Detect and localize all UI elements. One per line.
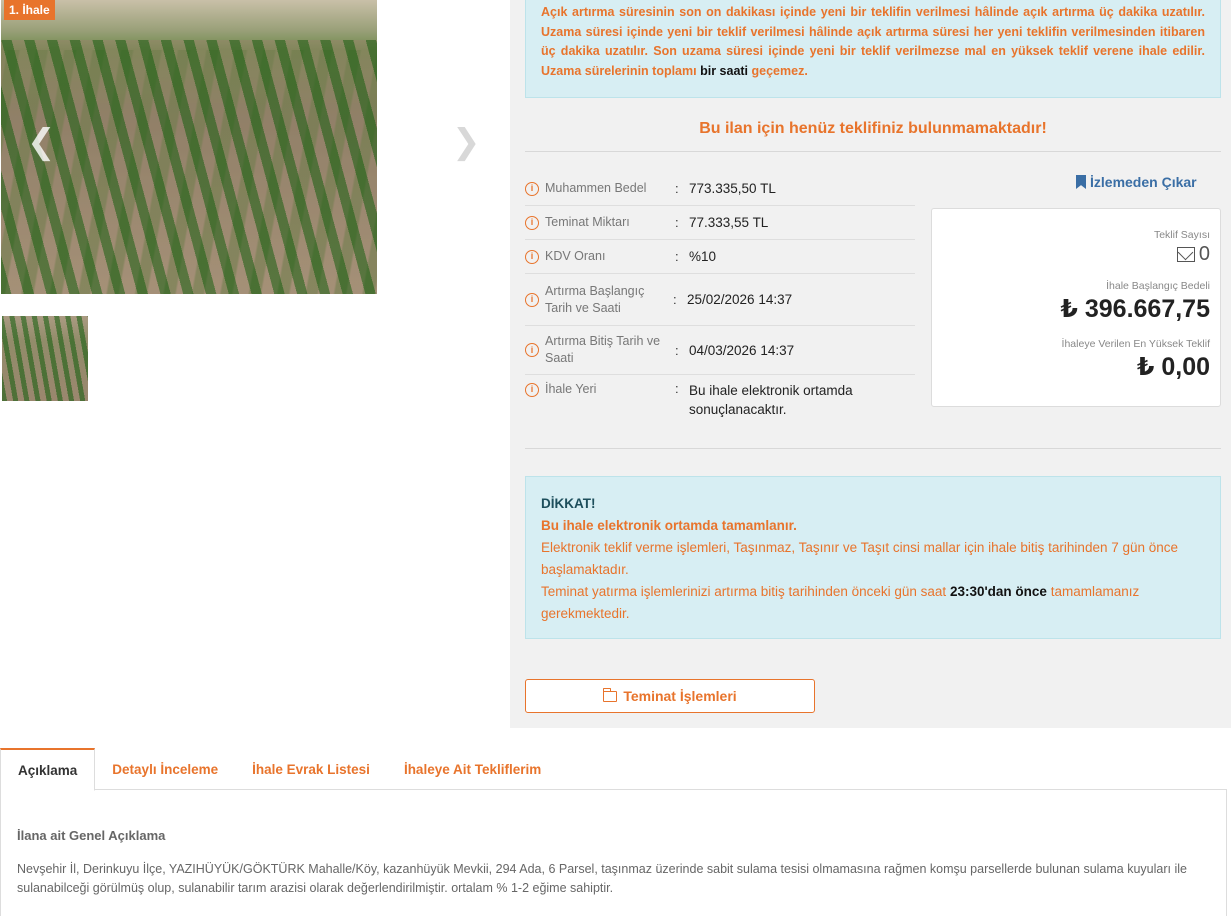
bid-count: 0 <box>932 243 1210 266</box>
info-icon[interactable]: i <box>525 343 539 357</box>
warning-title: DİKKAT! <box>541 496 596 511</box>
info-icon[interactable]: i <box>525 181 539 196</box>
photo-gallery: 1. İhale ❮ ❯ <box>0 0 510 728</box>
highest-bid-value: ₺ 0,00 <box>1137 353 1210 381</box>
no-bid-message: Bu ilan için henüz teklifiniz bulunmamak… <box>699 120 1047 137</box>
detail-label: Muhammen Bedel <box>545 181 647 195</box>
detail-label: KDV Oranı <box>545 249 606 263</box>
divider <box>525 448 1221 449</box>
bid-count-value: 0 <box>1198 243 1210 265</box>
teminat-button-label: Teminat İşlemleri <box>623 688 737 704</box>
tab-aciklama[interactable]: Açıklama <box>0 748 96 791</box>
detail-label: Artırma Bitiş Tarih ve Saati <box>545 334 661 365</box>
info-icon[interactable]: i <box>525 292 539 307</box>
envelope-icon <box>1176 247 1195 262</box>
warning-box: DİKKAT! Bu ihale elektronik ortamda tama… <box>525 476 1221 639</box>
bid-count-label: Teklif Sayısı <box>1153 229 1210 241</box>
teminat-button[interactable]: Teminat İşlemleri <box>525 679 815 713</box>
chevron-left-icon[interactable]: ❮ <box>27 122 56 162</box>
unwatch-button[interactable]: İzlemeden Çıkar <box>1076 174 1197 190</box>
photo-thumbnail[interactable] <box>2 316 88 401</box>
extension-info-end: geçemez. <box>751 63 808 78</box>
auction-detail-page: 1. İhale ❮ ❯ Açık artırma süresinin son … <box>0 0 1231 916</box>
auction-info-panel: Açık artırma süresinin son on dakikası i… <box>510 0 1231 728</box>
detail-row: i KDV Oranı : %10 <box>525 240 915 274</box>
warning-subtitle: Bu ihale elektronik ortamda tamamlanır. <box>541 518 797 533</box>
tab-ihaleye-ait-tekliflerim[interactable]: İhaleye Ait Tekliflerim <box>387 748 558 790</box>
warning-line: Elektronik teklif verme işlemleri, Taşın… <box>541 540 1179 577</box>
detail-label: İhale Yeri <box>545 382 597 396</box>
detail-value: 04/03/2026 14:37 <box>689 342 795 358</box>
extension-info-text: Açık artırma süresinin son on dakikası i… <box>541 5 1205 78</box>
detail-label: Teminat Miktarı <box>545 215 630 229</box>
start-price-label: İhale Başlangıç Bedeli <box>1106 280 1210 292</box>
detail-value: 25/02/2026 14:37 <box>687 292 793 307</box>
info-icon[interactable]: i <box>525 382 539 397</box>
extension-info-bold: bir saati <box>700 63 749 78</box>
extension-info-box: Açık artırma süresinin son on dakikası i… <box>525 0 1221 98</box>
detail-row: i Artırma Bitiş Tarih ve Saati : 04/03/20… <box>525 326 915 375</box>
tab-bar: Açıklama Detaylı İnceleme İhale Evrak Li… <box>0 748 1227 791</box>
start-price-value: ₺ 396.667,75 <box>1060 295 1210 323</box>
detail-row: i İhale Yeri : Bu ihale elektronik ortamd… <box>525 375 915 425</box>
description-text: Nevşehir İl, Derinkuyu İlçe, YAZIHÜYÜK/G… <box>17 862 1187 895</box>
detail-value: Bu ihale elektronik ortamda sonuçlanacak… <box>689 383 853 417</box>
detail-row: i Muhammen Bedel : 773.335,50 TL <box>525 172 915 206</box>
main-photo[interactable]: 1. İhale ❮ <box>1 0 377 294</box>
description-heading: İlana ait Genel Açıklama <box>17 828 166 843</box>
tab-content-aciklama: İlana ait Genel Açıklama Nevşehir İl, De… <box>0 790 1227 916</box>
detail-table: i Muhammen Bedel : 773.335,50 TL i Teminat… <box>525 172 915 425</box>
info-icon[interactable]: i <box>525 249 539 264</box>
detail-value: %10 <box>689 249 717 264</box>
detail-value: 77.333,55 TL <box>689 215 769 230</box>
warning-line-2: Teminat yatırma işlemlerinizi artırma bi… <box>541 584 1140 621</box>
photo-crop-rows <box>1 40 377 294</box>
tab-ihale-evrak-listesi[interactable]: İhale Evrak Listesi <box>235 748 387 790</box>
highest-bid-label: İhaleye Verilen En Yüksek Teklif <box>1061 338 1210 350</box>
auction-badge: 1. İhale <box>4 0 55 20</box>
folder-icon <box>603 687 618 702</box>
tab-detayli-inceleme[interactable]: Detaylı İnceleme <box>95 748 235 790</box>
divider <box>525 151 1221 152</box>
detail-label: Artırma Başlangıç Tarih ve Saati <box>545 283 645 315</box>
bid-summary-card: Teklif Sayısı 0 İhale Başlangıç Bedeli ₺… <box>931 208 1221 407</box>
detail-row: i Artırma Başlangıç Tarih ve Saati : 25/0… <box>525 274 915 326</box>
bookmark-icon <box>1076 175 1086 189</box>
detail-row: i Teminat Miktarı : 77.333,55 TL <box>525 206 915 240</box>
detail-value: 773.335,50 TL <box>689 181 776 196</box>
chevron-right-icon[interactable]: ❯ <box>452 122 481 162</box>
info-icon[interactable]: i <box>525 215 539 230</box>
unwatch-label: İzlemeden Çıkar <box>1090 174 1197 190</box>
